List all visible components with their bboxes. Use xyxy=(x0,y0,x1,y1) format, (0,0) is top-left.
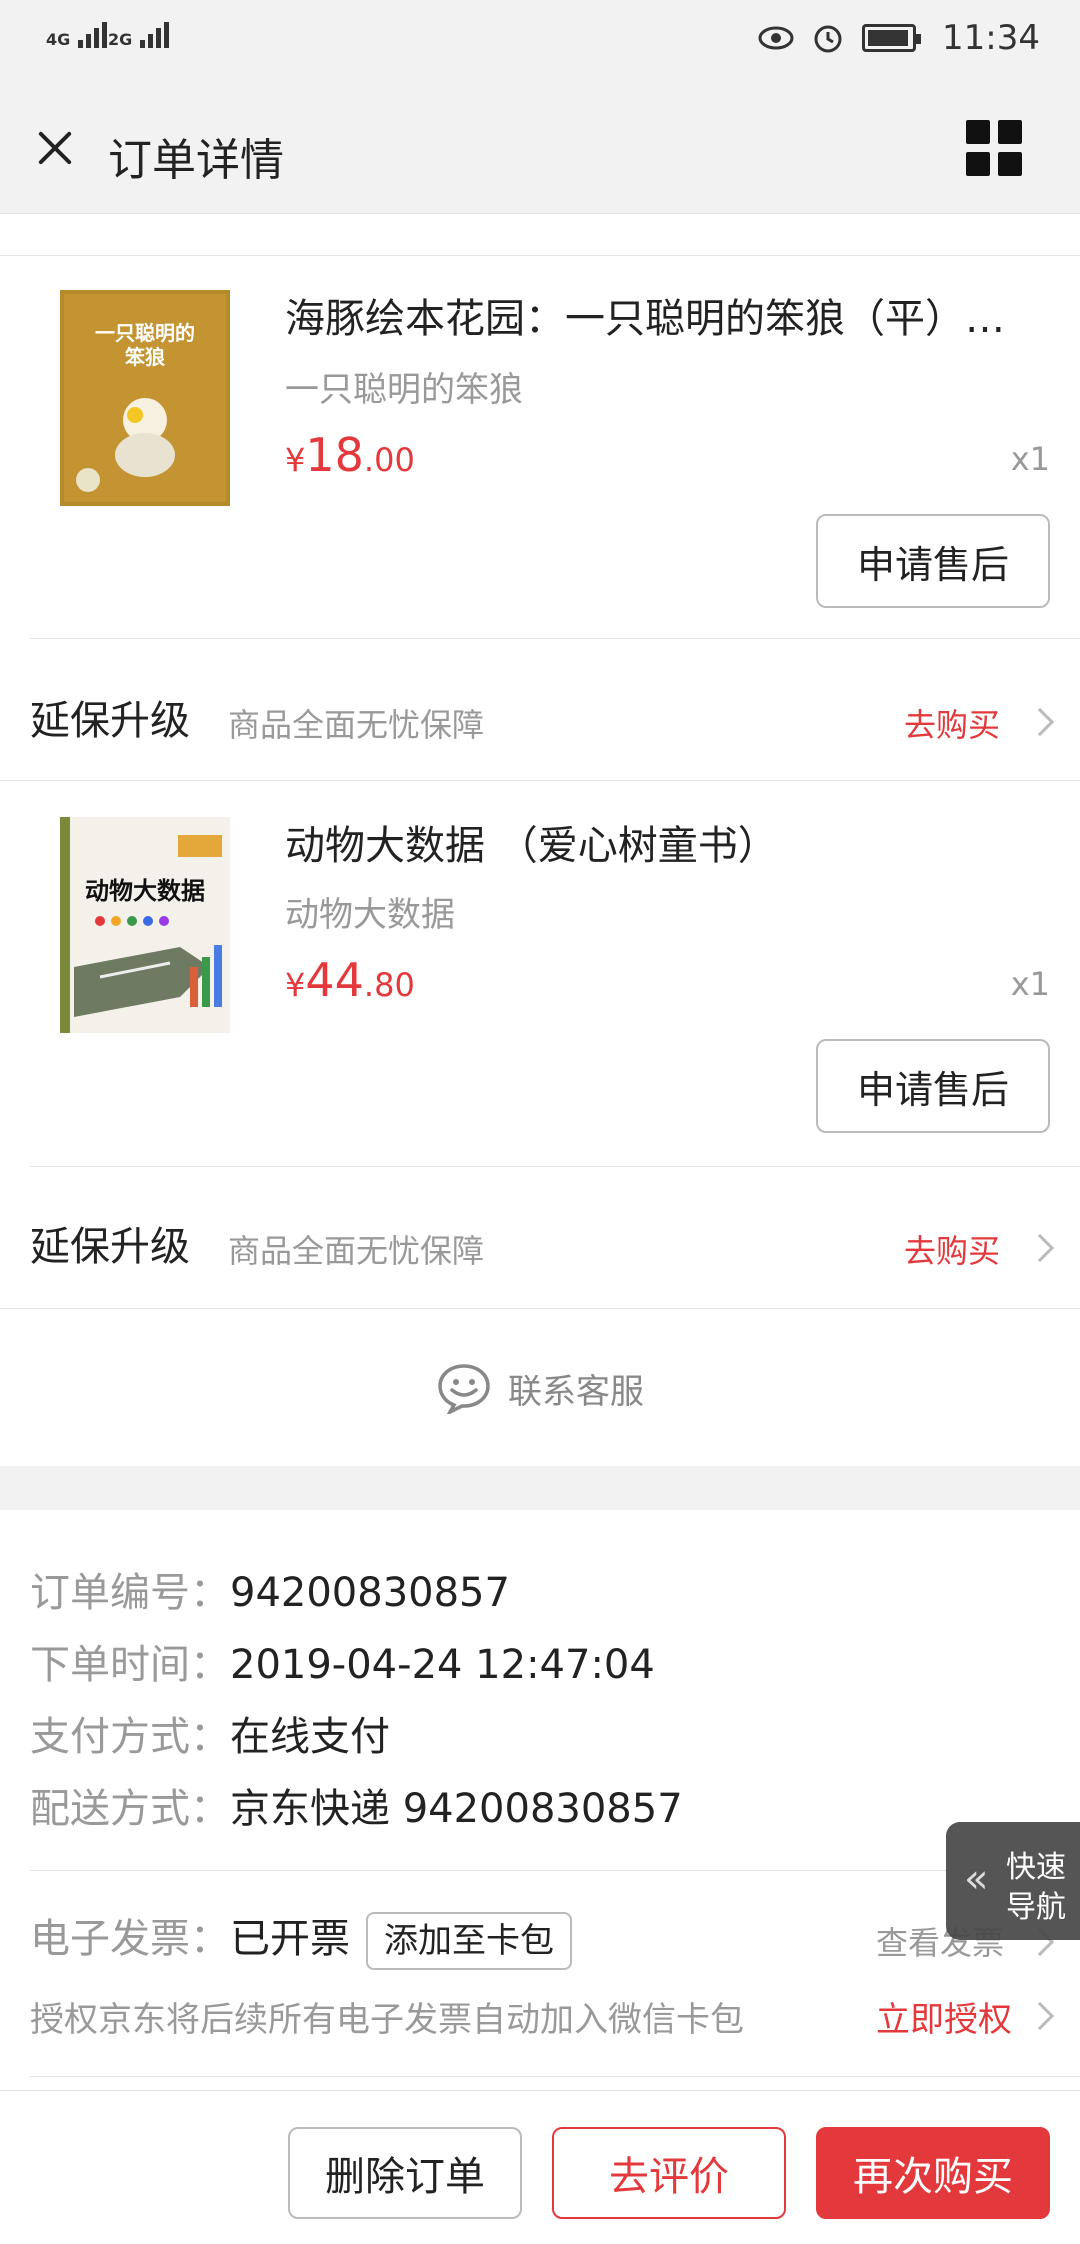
warranty-row[interactable]: 延保升级 商品全面无忧保障 去购买 xyxy=(0,1176,1080,1306)
section-gap xyxy=(0,1466,1080,1510)
title-bar: 订单详情 xyxy=(0,84,1080,214)
price-int: 18 xyxy=(305,428,364,482)
review-button[interactable]: 去评价 xyxy=(552,2127,786,2219)
chevron-right-icon xyxy=(1025,707,1055,737)
battery-icon xyxy=(862,24,922,52)
product-name[interactable]: 动物大数据 （爱心树童书） xyxy=(285,813,1045,871)
close-icon[interactable] xyxy=(30,124,80,174)
divider xyxy=(0,780,1080,781)
chevron-right-icon xyxy=(1025,2001,1055,2031)
svg-text:动物大数据: 动物大数据 xyxy=(85,877,205,905)
invoice-label: 电子发票： xyxy=(30,1916,230,1962)
book-cover-image[interactable]: 一只聪明的 笨狼 xyxy=(60,290,230,506)
svg-text:一只聪明的: 一只聪明的 xyxy=(95,321,195,345)
price-dec: .00 xyxy=(363,441,415,479)
warranty-buy-link[interactable]: 去购买 xyxy=(904,1226,1000,1272)
invoice-status: 已开票 xyxy=(230,1916,350,1962)
signal-2-icon: 2G xyxy=(108,22,169,48)
currency: ¥ xyxy=(285,441,306,479)
product-qty: x1 xyxy=(1010,965,1050,1003)
double-chevron-left-icon: « xyxy=(964,1856,989,1902)
after-sale-button[interactable]: 申请售后 xyxy=(816,514,1050,608)
sim1-label: 4G xyxy=(46,30,71,49)
add-to-card-button[interactable]: 添加至卡包 xyxy=(366,1912,572,1970)
buy-again-button[interactable]: 再次购买 xyxy=(816,2127,1050,2219)
delivery-method-value: 京东快递 94200830857 xyxy=(230,1786,683,1832)
eye-icon xyxy=(758,26,794,50)
divider xyxy=(0,1308,1080,1309)
authorize-now-link[interactable]: 立即授权 xyxy=(876,1992,1012,2041)
order-number-value: 94200830857 xyxy=(230,1570,510,1616)
warranty-title: 延保升级 xyxy=(30,698,190,744)
order-time-row: 下单时间：2019-04-24 12:47:04 xyxy=(30,1632,655,1690)
auth-description: 授权京东将后续所有电子发票自动加入微信卡包 xyxy=(30,2000,744,2040)
contact-service-label: 联系客服 xyxy=(508,1371,644,1412)
product-price: ¥18.00 xyxy=(285,428,415,482)
invoice-row: 电子发票：已开票 添加至卡包 xyxy=(30,1906,572,1970)
warranty-buy-link[interactable]: 去购买 xyxy=(904,700,1000,746)
status-bar: 4G 2G 11:34 xyxy=(0,0,1080,84)
divider xyxy=(30,638,1080,639)
product-qty: x1 xyxy=(1010,440,1050,478)
delivery-method-row: 配送方式：京东快递 94200830857 xyxy=(30,1776,683,1834)
svg-text:笨狼: 笨狼 xyxy=(125,345,166,369)
payment-method-row: 支付方式：在线支付 xyxy=(30,1704,390,1762)
grid-menu-icon[interactable] xyxy=(966,120,1022,176)
alarm-icon xyxy=(814,25,842,53)
quick-nav-button[interactable]: « 快速 导航 xyxy=(946,1822,1080,1940)
quick-nav-label-2: 导航 xyxy=(1006,1890,1066,1925)
contact-service-button[interactable]: 联系客服 xyxy=(0,1310,1080,1466)
warranty-row[interactable]: 延保升级 商品全面无忧保障 去购买 xyxy=(0,650,1080,780)
product-subtitle: 动物大数据 xyxy=(285,895,455,935)
chat-smile-icon xyxy=(438,1364,490,1414)
page-title: 订单详情 xyxy=(108,135,284,186)
payment-method-label: 支付方式： xyxy=(30,1714,230,1760)
price-int: 44 xyxy=(305,953,364,1007)
clock: 11:34 xyxy=(942,18,1040,58)
quick-nav-label-1: 快速 xyxy=(1006,1850,1066,1885)
product-name[interactable]: 海豚绘本花园：一只聪明的笨狼（平）… xyxy=(285,286,1045,344)
divider xyxy=(0,255,1080,256)
warranty-desc: 商品全面无忧保障 xyxy=(228,1232,485,1270)
product-subtitle: 一只聪明的笨狼 xyxy=(285,370,523,410)
sim2-label: 2G xyxy=(108,30,133,49)
payment-method-value: 在线支付 xyxy=(230,1714,390,1760)
order-time-label: 下单时间： xyxy=(30,1642,230,1688)
bottom-action-bar: 删除订单 去评价 再次购买 xyxy=(0,2090,1080,2244)
warranty-title: 延保升级 xyxy=(30,1224,190,1270)
warranty-desc: 商品全面无忧保障 xyxy=(228,706,485,744)
price-dec: .80 xyxy=(363,966,415,1004)
order-number-label: 订单编号： xyxy=(30,1570,230,1616)
order-number-row: 订单编号：94200830857 xyxy=(30,1560,510,1618)
book-cover-image[interactable]: 动物大数据 xyxy=(60,817,230,1033)
delete-order-button[interactable]: 删除订单 xyxy=(288,2127,522,2219)
currency: ¥ xyxy=(285,966,306,1004)
divider xyxy=(30,1870,1080,1871)
divider xyxy=(30,1166,1080,1167)
signal-1-icon: 4G xyxy=(46,22,107,48)
chevron-right-icon xyxy=(1025,1233,1055,1263)
order-time-value: 2019-04-24 12:47:04 xyxy=(230,1642,655,1688)
divider xyxy=(30,2076,1080,2077)
delivery-method-label: 配送方式： xyxy=(30,1786,230,1832)
after-sale-button[interactable]: 申请售后 xyxy=(816,1039,1050,1133)
product-price: ¥44.80 xyxy=(285,953,415,1007)
